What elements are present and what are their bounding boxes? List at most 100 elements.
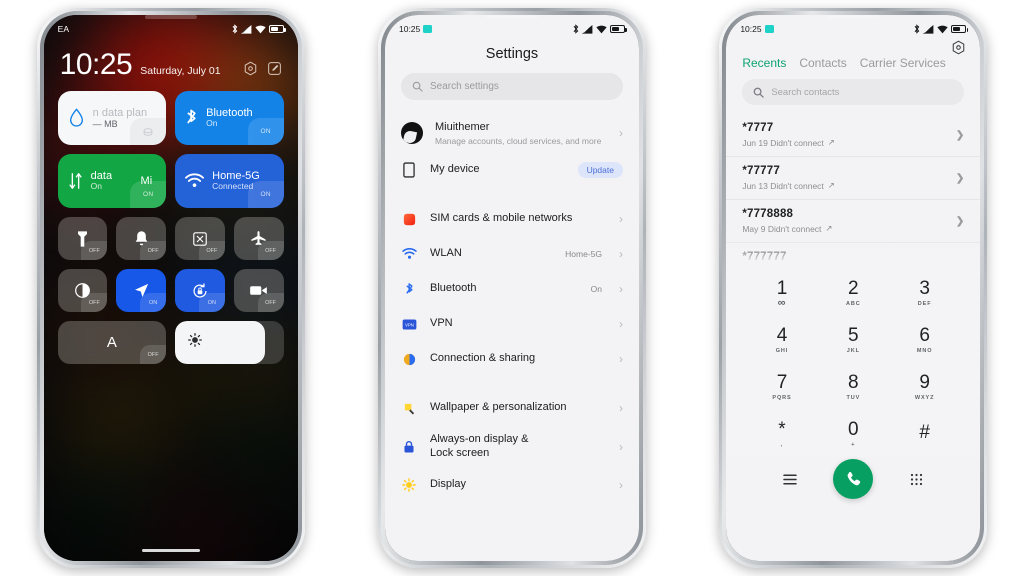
dialpad-key-0[interactable]: 0 + — [818, 410, 889, 457]
call-button[interactable] — [833, 459, 874, 499]
brightness-slider[interactable] — [175, 321, 284, 364]
chevron-right-icon: › — [618, 317, 623, 332]
menu-lines-icon — [783, 474, 797, 484]
tile-state: OFF — [198, 241, 225, 260]
dialpad-key-4[interactable]: 4 GHI — [746, 316, 817, 363]
lock-icon — [401, 438, 418, 455]
settings-row-label: Connection & sharing — [429, 352, 536, 365]
bluetooth-tile[interactable]: Bluetooth On ON — [175, 91, 284, 145]
screen-record-tile[interactable]: OFF — [233, 269, 284, 312]
key-letters: ABC — [845, 300, 861, 307]
settings-row-display[interactable]: Display › — [385, 467, 639, 502]
home-indicator[interactable] — [141, 548, 200, 552]
wifi-icon — [185, 173, 205, 189]
tab-recents[interactable]: Recents — [742, 56, 786, 70]
key-digit: 7 — [776, 371, 788, 393]
location-tile[interactable]: ON — [116, 269, 167, 312]
mobile-signal-icon — [923, 24, 934, 34]
data-arrows-icon — [68, 172, 83, 190]
phone-outline-icon — [401, 162, 418, 179]
call-number: *7778888 — [742, 208, 794, 220]
tile-corner-toggle[interactable]: ON — [130, 181, 167, 208]
settings-row-wlan[interactable]: WLAN Home-5G › — [385, 237, 639, 272]
update-badge[interactable]: Update — [577, 162, 623, 179]
flashlight-tile[interactable]: OFF — [57, 217, 108, 260]
silent-tile[interactable]: OFF — [116, 217, 167, 260]
gear-hex-icon[interactable] — [243, 61, 258, 76]
chevron-right-icon: › — [618, 212, 623, 227]
tile-corner-toggle[interactable]: ON — [247, 181, 284, 208]
tile-subtitle: On — [90, 181, 102, 192]
screenshot-tile[interactable]: OFF — [175, 217, 225, 260]
brightness-sun-icon — [188, 333, 203, 352]
tile-state: OFF — [140, 345, 167, 364]
dialpad-key-hash[interactable]: # — [889, 410, 960, 457]
call-log-row[interactable]: *7777 Jun 19 Didn't connect ↗ ❯ — [726, 114, 981, 157]
key-digit: 5 — [848, 324, 859, 346]
call-log-row[interactable]: *77777 Jun 13 Didn't connect ↗ ❯ — [726, 157, 981, 200]
settings-row-my-device[interactable]: My device Update — [385, 153, 639, 188]
tab-carrier-services[interactable]: Carrier Services — [860, 56, 946, 70]
dialpad-key-star[interactable]: *, — [746, 410, 817, 457]
status-icons — [914, 24, 969, 34]
wifi-tile[interactable]: Home-5G Connected ON — [175, 154, 284, 208]
key-digit: 4 — [776, 324, 788, 346]
gear-hex-icon[interactable] — [951, 40, 966, 60]
big-tile-row-1: n data plan — MB Bluetooth On ON — [57, 91, 284, 145]
keypad-toggle-button[interactable] — [873, 473, 960, 486]
settings-row-sim-cards[interactable]: SIM cards & mobile networks › — [385, 202, 639, 237]
dialpad-key-1[interactable]: 1 ∞ — [746, 269, 817, 316]
dialpad-key-6[interactable]: 6 MNO — [889, 316, 960, 363]
airplane-mode-tile[interactable]: OFF — [233, 217, 284, 260]
tile-state: OFF — [81, 241, 108, 260]
clock-row: 10:25 Saturday, July 01 — [44, 36, 298, 80]
auto-brightness-tile[interactable]: A OFF — [57, 321, 167, 364]
dialpad-key-5[interactable]: 5 JKL — [818, 316, 889, 363]
dialpad-key-8[interactable]: 8 TUV — [818, 363, 889, 410]
mobile-data-tile[interactable]: data On Mi ON — [57, 154, 167, 208]
settings-row-bluetooth[interactable]: Bluetooth On › — [385, 272, 639, 307]
wifi-icon — [255, 25, 266, 33]
tile-corner-toggle[interactable]: ON — [247, 118, 284, 145]
page-title: Settings — [485, 46, 539, 62]
search-contacts-input[interactable]: Search contacts — [742, 79, 965, 105]
dialpad-key-7[interactable]: 7 PQRS — [746, 363, 817, 410]
tile-state: OFF — [257, 241, 284, 260]
dialpad-key-2[interactable]: 2 ABC — [818, 269, 889, 316]
battery-icon — [951, 25, 969, 33]
water-drop-icon — [68, 108, 85, 128]
call-meta: Jun 13 Didn't connect — [742, 180, 824, 191]
display-sun-icon — [401, 476, 418, 493]
settings-row-wallpaper[interactable]: Wallpaper & personalization › — [385, 391, 639, 426]
key-letters: GHI — [775, 347, 789, 354]
control-center: EA 10:25 Saturday, July 01 n data plan —… — [44, 15, 298, 561]
rotation-lock-tile[interactable]: ON — [175, 269, 225, 312]
bluetooth-icon — [573, 24, 579, 34]
tile-state: ON — [140, 293, 167, 312]
chevron-right-icon: › — [618, 477, 623, 492]
settings-row-account[interactable]: Miuithemer Manage accounts, cloud servic… — [385, 114, 639, 153]
chat-icon — [764, 25, 774, 33]
search-icon — [412, 81, 423, 92]
settings-row-label: Wallpaper & personalization — [429, 401, 567, 414]
voicemail-icon: ∞ — [777, 296, 787, 309]
search-settings-input[interactable]: Search settings — [400, 73, 623, 100]
tile-corner-toggle[interactable] — [130, 118, 167, 145]
edit-square-icon[interactable] — [267, 61, 282, 76]
tile-state: OFF — [81, 293, 108, 312]
dialpad-menu-button[interactable] — [746, 474, 833, 485]
settings-row-aod-lockscreen[interactable]: Always-on display & Lock screen › — [385, 426, 639, 468]
battery-icon — [268, 25, 286, 33]
data-plan-tile[interactable]: n data plan — MB — [57, 91, 167, 145]
dark-mode-tile[interactable]: OFF — [57, 269, 108, 312]
tab-contacts[interactable]: Contacts — [799, 56, 846, 70]
battery-icon — [609, 25, 627, 33]
key-letters: PQRS — [772, 394, 792, 401]
dialpad-key-9[interactable]: 9 WXYZ — [889, 363, 960, 410]
settings-row-connection-sharing[interactable]: Connection & sharing › — [385, 342, 639, 377]
mobile-signal-icon — [581, 24, 593, 34]
dialpad-key-3[interactable]: 3 DEF — [889, 269, 960, 316]
outgoing-arrow-icon: ↗ — [827, 137, 835, 147]
mobile-signal-icon — [240, 24, 252, 34]
settings-row-vpn[interactable]: VPN VPN › — [385, 307, 639, 342]
